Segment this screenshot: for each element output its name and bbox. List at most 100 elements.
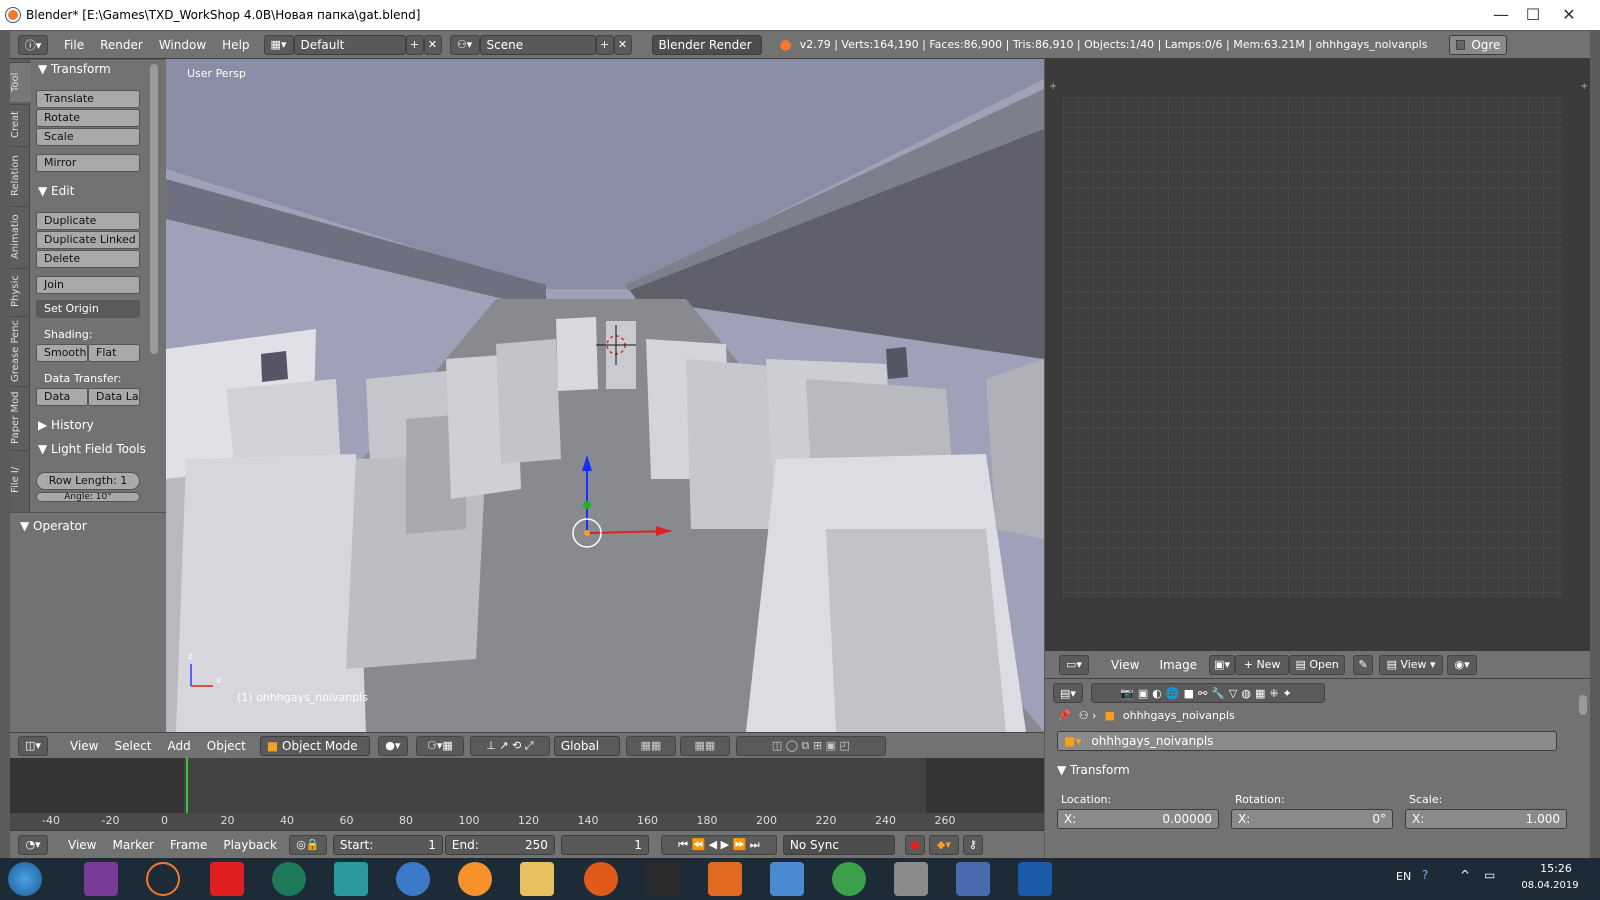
timeline-menu-marker[interactable]: Marker bbox=[104, 835, 161, 855]
computer-app-icon[interactable] bbox=[894, 862, 928, 896]
properties-editor-type-icon[interactable]: ▤▾ bbox=[1053, 683, 1083, 703]
transform-props-header[interactable]: ▼ Transform bbox=[1057, 763, 1130, 777]
close-button[interactable]: ✕ bbox=[1551, 0, 1587, 30]
add-scene-icon[interactable]: + bbox=[595, 34, 614, 55]
remove-scene-icon[interactable]: ✕ bbox=[613, 34, 632, 55]
timeline-editor-type-icon[interactable]: ◔▾ bbox=[18, 834, 48, 855]
rotation-x-field[interactable]: X: 0° bbox=[1231, 809, 1393, 829]
angle-field[interactable]: Angle: 10° bbox=[36, 492, 140, 502]
timeline-area[interactable]: -40 -20 0 20 40 60 80 100 120 140 160 180 200 220 240 2… bbox=[10, 758, 1044, 830]
viewport-menu-view[interactable]: View bbox=[62, 736, 106, 756]
object-mode-select[interactable]: ■ Object Mode bbox=[259, 735, 370, 756]
rotate-button[interactable]: Rotate bbox=[36, 109, 140, 127]
maximize-button[interactable]: ☐ bbox=[1515, 0, 1551, 30]
orientation-select[interactable]: Global bbox=[553, 735, 620, 756]
minimize-button[interactable]: — bbox=[1483, 0, 1519, 30]
triangle-app-icon[interactable] bbox=[646, 862, 680, 896]
location-x-field[interactable]: X: 0.00000 bbox=[1057, 809, 1219, 829]
menu-window[interactable]: Window bbox=[151, 35, 214, 55]
row-length-field[interactable]: Row Length: 1 bbox=[36, 472, 140, 490]
folder-icon[interactable] bbox=[520, 862, 554, 896]
duplicate-button[interactable]: Duplicate bbox=[36, 212, 140, 230]
sync-select[interactable]: No Sync bbox=[782, 834, 895, 855]
tab-animation[interactable]: Animatio bbox=[10, 206, 30, 266]
viewport-menu-select[interactable]: Select bbox=[106, 736, 159, 756]
manipulator-icons[interactable]: ⊥ ↗ ⟲ ⤢ bbox=[469, 735, 550, 756]
help-tray-icon[interactable]: ? bbox=[1422, 868, 1428, 882]
tab-create[interactable]: Creat bbox=[10, 104, 30, 144]
tab-physics[interactable]: Physic bbox=[10, 268, 30, 314]
object-name-field[interactable]: ■▾ ohhhgays_noivanpls bbox=[1057, 731, 1557, 751]
tab-tool[interactable]: Tool bbox=[10, 62, 30, 102]
screen-layout-field[interactable]: Default bbox=[293, 34, 406, 55]
sun-app-icon[interactable] bbox=[458, 862, 492, 896]
end-frame-field[interactable]: End: 250 bbox=[444, 834, 555, 855]
menu-render[interactable]: Render bbox=[92, 35, 151, 55]
add-layout-icon[interactable]: + bbox=[405, 34, 424, 55]
start-button-icon[interactable] bbox=[8, 862, 42, 896]
record-icon[interactable]: ● bbox=[904, 834, 925, 855]
image-editor-type-icon[interactable]: ▭▾ bbox=[1059, 654, 1089, 675]
transform-panel-header[interactable]: ▼ Transform bbox=[38, 62, 111, 76]
keying-set-icon[interactable]: ⚷ bbox=[962, 834, 983, 855]
image-browse-icon[interactable]: ▣▾ bbox=[1209, 654, 1236, 675]
remove-layout-icon[interactable]: ✕ bbox=[423, 34, 442, 55]
pin-breadcrumb-icon[interactable]: 📌 bbox=[1057, 709, 1071, 722]
scale-button[interactable]: Scale bbox=[36, 128, 140, 146]
image-menu-image[interactable]: Image bbox=[1151, 655, 1205, 675]
image-menu-view[interactable]: View bbox=[1103, 655, 1147, 675]
keyframe-icon[interactable]: ◆▾ bbox=[928, 834, 959, 855]
viewport-menu-add[interactable]: Add bbox=[160, 736, 199, 756]
translate-button[interactable]: Translate bbox=[36, 90, 140, 108]
yandex-icon[interactable] bbox=[210, 862, 244, 896]
menu-file[interactable]: File bbox=[56, 35, 92, 55]
properties-scrollbar[interactable] bbox=[1579, 695, 1587, 715]
playback-controls[interactable]: ⏮ ⏪ ◀ ▶ ⏩ ⏭ bbox=[660, 834, 777, 855]
network-tray-icon[interactable]: ▭ bbox=[1484, 868, 1495, 882]
new-image-button[interactable]: + New bbox=[1235, 654, 1290, 675]
set-origin-select[interactable]: Set Origin bbox=[36, 300, 140, 318]
image-editor[interactable]: + + bbox=[1045, 59, 1590, 651]
delete-button[interactable]: Delete bbox=[36, 250, 140, 268]
pivot-icon[interactable]: ⚆▾▦ bbox=[415, 735, 464, 756]
tab-grease-pencil[interactable]: Grease Penc bbox=[10, 316, 30, 384]
keying-lock-icons[interactable]: ◎🔒 bbox=[288, 834, 327, 855]
ogre-toggle[interactable]: Ogre bbox=[1449, 34, 1508, 55]
edit-panel-header[interactable]: ▼ Edit bbox=[38, 184, 74, 198]
winrar-icon[interactable] bbox=[84, 862, 118, 896]
timeline-current-frame-marker[interactable] bbox=[186, 758, 188, 813]
join-button[interactable]: Join bbox=[36, 276, 140, 294]
paint-app-icon[interactable] bbox=[956, 862, 990, 896]
earth-app-icon[interactable] bbox=[832, 862, 866, 896]
viewport-editor-type-icon[interactable]: ◫▾ bbox=[18, 735, 48, 756]
timeline-menu-frame[interactable]: Frame bbox=[162, 835, 215, 855]
smooth-button[interactable]: Smooth bbox=[36, 344, 88, 362]
menu-help[interactable]: Help bbox=[214, 35, 257, 55]
tray-arrow-icon[interactable]: ^ bbox=[1460, 868, 1470, 882]
render-engine-select[interactable]: Blender Render bbox=[651, 34, 762, 55]
render-slot-icon[interactable]: ◉▾ bbox=[1447, 654, 1478, 675]
scene-icon[interactable]: ⚇▾ bbox=[449, 34, 480, 55]
timeline-menu-view[interactable]: View bbox=[60, 835, 104, 855]
start-frame-field[interactable]: Start: 1 bbox=[332, 834, 443, 855]
lightfield-panel-header[interactable]: ▼ Light Field Tools bbox=[38, 442, 146, 456]
tab-relation[interactable]: Relation bbox=[10, 146, 30, 204]
data-layers-button[interactable]: Data La bbox=[88, 388, 140, 406]
mirror-button[interactable]: Mirror bbox=[36, 154, 140, 172]
timeline-menu-playback[interactable]: Playback bbox=[215, 835, 285, 855]
split-corner-icon-right[interactable]: + bbox=[1580, 81, 1588, 92]
history-panel-header[interactable]: ▶ History bbox=[38, 418, 94, 432]
tool-shelf-scrollbar[interactable] bbox=[150, 64, 158, 354]
duplicate-linked-button[interactable]: Duplicate Linked bbox=[36, 231, 140, 249]
blender-taskbar-icon[interactable] bbox=[146, 862, 180, 896]
layers-grid-2[interactable]: ▦▦ bbox=[679, 735, 730, 756]
split-corner-icon[interactable]: + bbox=[1049, 81, 1057, 92]
clock-time[interactable]: 15:26 bbox=[1532, 862, 1580, 875]
current-frame-field[interactable]: 1 bbox=[560, 834, 649, 855]
view-mode-select[interactable]: ▤ View ▾ bbox=[1379, 654, 1444, 675]
layout-grid-icon[interactable]: ▦▾ bbox=[263, 34, 294, 55]
editor-type-icon[interactable]: ⓘ▾ bbox=[18, 34, 48, 55]
devcpp-icon[interactable] bbox=[1018, 862, 1052, 896]
shading-mode-icon[interactable]: ●▾ bbox=[377, 735, 408, 756]
flat-button[interactable]: Flat bbox=[88, 344, 140, 362]
